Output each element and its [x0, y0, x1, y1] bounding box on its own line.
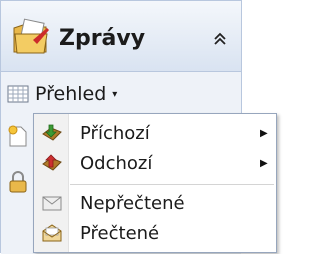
- lock-icon[interactable]: [7, 170, 29, 194]
- menu-item-outbox[interactable]: Odchozí ▶: [34, 148, 276, 178]
- unread-envelope-icon: [42, 196, 62, 211]
- view-label: Přehled: [35, 83, 107, 105]
- double-chevron-up-icon[interactable]: [211, 30, 229, 48]
- chevron-down-icon: ▾: [112, 88, 118, 100]
- menu-item-label: Odchozí: [80, 152, 153, 174]
- menu-item-label: Nepřečtené: [80, 192, 185, 214]
- menu-item-label: Příchozí: [80, 122, 150, 144]
- menu-item-unread[interactable]: Nepřečtené: [34, 188, 276, 218]
- panel-header: Zprávy: [1, 1, 241, 72]
- view-dropdown-menu: Příchozí ▶ Odchozí ▶ Nepřečtené Přečtené: [33, 113, 277, 253]
- panel-title: Zprávy: [59, 26, 146, 51]
- menu-item-inbox[interactable]: Příchozí ▶: [34, 118, 276, 148]
- menu-item-label: Přečtené: [80, 222, 160, 244]
- view-selector[interactable]: Přehled ▾: [7, 80, 117, 108]
- new-message-icon[interactable]: [7, 124, 29, 148]
- outbox-icon: [42, 154, 62, 171]
- grid-view-icon: [7, 85, 29, 103]
- submenu-arrow-icon: ▶: [260, 127, 268, 139]
- inbox-icon: [42, 124, 62, 141]
- menu-separator: [70, 184, 274, 185]
- menu-item-read[interactable]: Přečtené: [34, 218, 276, 248]
- submenu-arrow-icon: ▶: [260, 157, 268, 169]
- mail-folder-icon: [13, 18, 49, 54]
- read-envelope-icon: [42, 224, 62, 242]
